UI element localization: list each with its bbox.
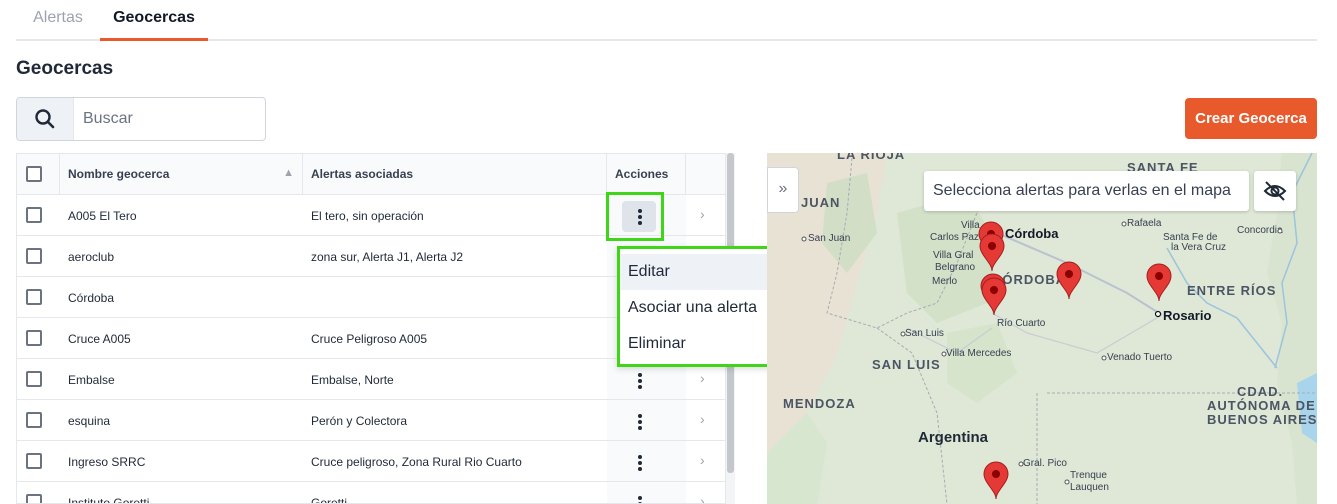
row-checkbox[interactable] bbox=[26, 330, 42, 346]
map-marker-icon[interactable] bbox=[982, 461, 1010, 501]
map-expand-icon[interactable]: » bbox=[767, 167, 799, 213]
tab-alertas[interactable]: Alertas bbox=[16, 0, 100, 41]
map-label-cordoba-city: Córdoba bbox=[1005, 226, 1059, 241]
map-marker-icon[interactable] bbox=[1055, 261, 1083, 301]
map-label-entre-rios: ENTRE RÍOS bbox=[1187, 283, 1277, 298]
row-checkbox[interactable] bbox=[26, 412, 42, 428]
cell-alerts: El tero, sin operación bbox=[311, 209, 424, 223]
more-vert-icon[interactable] bbox=[622, 447, 656, 478]
sort-asc-icon[interactable]: ▲ bbox=[283, 167, 294, 179]
column-header-name[interactable]: Nombre geocerca ▲ bbox=[60, 154, 303, 194]
map-label-trenque: Trenque bbox=[1070, 470, 1107, 481]
more-vert-icon[interactable] bbox=[622, 365, 656, 396]
map-label-rafaela: Rafaela bbox=[1127, 218, 1162, 229]
cell-alerts: Embalse, Norte bbox=[311, 373, 394, 387]
tab-bar: Alertas Geocercas bbox=[16, 0, 1317, 41]
cell-alerts: zona sur, Alerta J1, Alerta J2 bbox=[311, 250, 464, 264]
map-label-rio-cuarto: Río Cuarto bbox=[997, 318, 1046, 329]
row-checkbox[interactable] bbox=[26, 453, 42, 469]
cell-alerts: Goretti bbox=[311, 496, 348, 504]
cell-name: aeroclub bbox=[68, 250, 115, 264]
map-label-argentina: Argentina bbox=[918, 429, 989, 446]
map-label-merlo: Merlo bbox=[932, 276, 958, 287]
chevron-right-icon[interactable]: › bbox=[700, 206, 705, 222]
map-panel[interactable]: LA RIOJA SANTA FE JUAN CÓRDOBA ENTRE RÍO… bbox=[767, 153, 1317, 504]
map-label-cdad: CDAD. bbox=[1237, 384, 1284, 399]
map-marker-icon[interactable] bbox=[978, 233, 1006, 273]
map-label-villa-mercedes: Villa Mercedes bbox=[946, 348, 1012, 359]
map-label-villa-gral: Villa Gral bbox=[933, 250, 974, 261]
map-label-vera-cruz: la Vera Cruz bbox=[1171, 242, 1227, 253]
map-label-mendoza: MENDOZA bbox=[783, 396, 856, 411]
map-marker-icon[interactable] bbox=[980, 277, 1008, 317]
map-label-venado-tuerto: Venado Tuerto bbox=[1107, 352, 1173, 363]
map-label-buenos-aires: BUENOS AIRES bbox=[1207, 412, 1317, 427]
map-label-belgrano: Belgrano bbox=[935, 262, 976, 273]
row-checkbox[interactable] bbox=[26, 207, 42, 223]
more-vert-icon[interactable] bbox=[622, 488, 656, 503]
map-label-rosario: Rosario bbox=[1163, 308, 1212, 323]
cell-name: Cruce A005 bbox=[68, 332, 131, 346]
page-title: Geocercas bbox=[16, 58, 114, 79]
map-alert-select[interactable]: Selecciona alertas para verlas en el map… bbox=[924, 171, 1249, 211]
chevron-right-icon[interactable]: › bbox=[700, 411, 705, 427]
table-row[interactable]: A005 El Tero El tero, sin operación › bbox=[17, 195, 725, 236]
cell-name: Córdoba bbox=[68, 291, 115, 305]
chevron-right-icon[interactable]: › bbox=[700, 493, 705, 503]
map-label-san-luis-city: San Luis bbox=[905, 328, 944, 339]
cell-name: esquina bbox=[68, 414, 111, 428]
cell-alerts: Cruce Peligroso A005 bbox=[311, 332, 428, 346]
map-marker-icon[interactable] bbox=[1145, 263, 1173, 303]
more-vert-icon[interactable] bbox=[622, 201, 656, 232]
search-box bbox=[16, 97, 266, 141]
chevron-right-icon[interactable]: › bbox=[700, 452, 705, 468]
cell-name: Ingreso SRRC bbox=[68, 455, 146, 469]
chevron-right-icon[interactable]: › bbox=[700, 370, 705, 386]
eye-off-icon[interactable] bbox=[1254, 171, 1296, 211]
cell-name: A005 El Tero bbox=[68, 209, 137, 223]
cell-name: Embalse bbox=[68, 373, 115, 387]
tab-geocercas[interactable]: Geocercas bbox=[100, 0, 208, 41]
table-row[interactable]: esquina Perón y Colectora › bbox=[17, 400, 725, 441]
column-header-actions-label: Acciones bbox=[615, 167, 669, 181]
cell-alerts: Cruce peligroso, Zona Rural Rio Cuarto bbox=[311, 455, 522, 469]
row-checkbox[interactable] bbox=[26, 248, 42, 264]
map-label-la-rioja: LA RIOJA bbox=[837, 153, 906, 162]
column-header-alerts: Alertas asociadas bbox=[303, 154, 607, 194]
map-label-carlos-paz: Carlos Paz bbox=[930, 232, 979, 243]
cell-name: Instituto Goretti bbox=[68, 496, 150, 504]
table-row[interactable]: Instituto Goretti Goretti › bbox=[17, 482, 725, 504]
table-row[interactable]: Ingreso SRRC Cruce peligroso, Zona Rural … bbox=[17, 441, 725, 482]
column-header-actions: Acciones bbox=[607, 154, 686, 194]
map-label-autonoma: AUTÓNOMA DE bbox=[1207, 398, 1316, 413]
create-geofence-button[interactable]: Crear Geocerca bbox=[1185, 98, 1317, 139]
column-header-alerts-label: Alertas asociadas bbox=[311, 167, 414, 181]
map-label-gral-pico: Gral. Pico bbox=[1023, 458, 1067, 469]
map-label-san-luis: SAN LUIS bbox=[872, 357, 941, 372]
row-checkbox[interactable] bbox=[26, 494, 42, 503]
map-label-juan: JUAN bbox=[801, 195, 841, 210]
search-input[interactable] bbox=[83, 106, 253, 132]
map-label-lauquen: Lauquen bbox=[1070, 482, 1109, 493]
column-header-name-label: Nombre geocerca bbox=[68, 167, 170, 181]
cell-alerts: Perón y Colectora bbox=[311, 414, 408, 428]
more-vert-icon[interactable] bbox=[622, 406, 656, 437]
row-checkbox[interactable] bbox=[26, 289, 42, 305]
search-icon[interactable] bbox=[17, 98, 74, 140]
table-header: Nombre geocerca ▲ Alertas asociadas Acci… bbox=[17, 154, 725, 195]
column-header-expand bbox=[686, 154, 725, 194]
row-checkbox[interactable] bbox=[26, 371, 42, 387]
map-label-concordia: Concordia bbox=[1237, 225, 1283, 236]
select-all-checkbox[interactable] bbox=[26, 166, 42, 182]
map-label-san-juan: San Juan bbox=[808, 233, 851, 244]
